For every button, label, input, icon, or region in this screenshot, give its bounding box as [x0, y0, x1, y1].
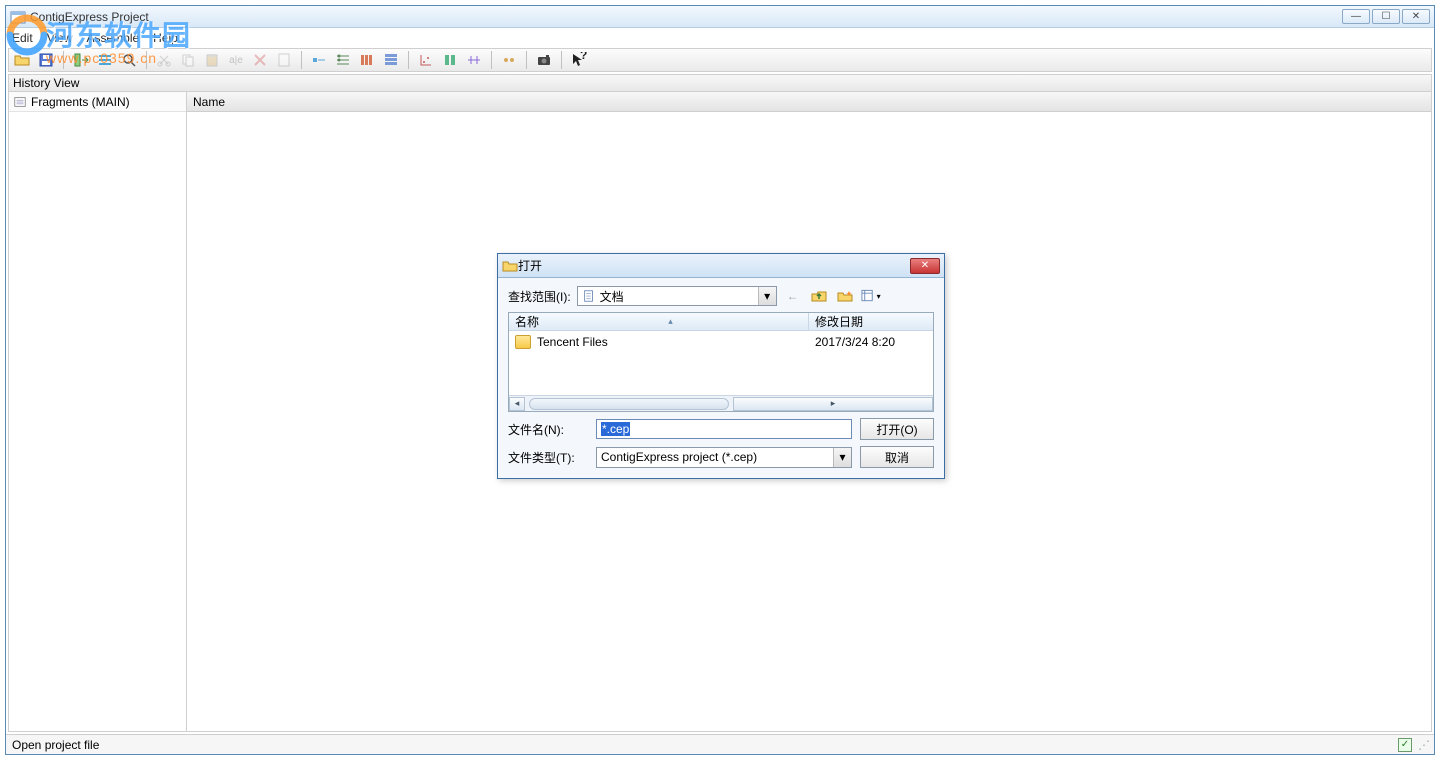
col-name-label: 名称: [515, 313, 539, 330]
open-button[interactable]: 打开(O): [860, 418, 934, 440]
file-name: Tencent Files: [537, 335, 608, 349]
tool-h-icon[interactable]: [500, 51, 518, 69]
back-icon: ←: [783, 287, 803, 305]
tool-c-icon[interactable]: [358, 51, 376, 69]
tool-g-icon[interactable]: [465, 51, 483, 69]
toolbar-sep: [561, 51, 562, 69]
col-date[interactable]: 修改日期: [809, 313, 933, 330]
toolbar-sep: [491, 51, 492, 69]
help-pointer-icon[interactable]: ?: [570, 51, 588, 69]
dialog-title: 打开: [518, 257, 910, 274]
left-tree: Fragments (MAIN): [9, 92, 187, 731]
tool-b-icon[interactable]: [334, 51, 352, 69]
scroll-thumb[interactable]: [529, 398, 729, 410]
column-header[interactable]: Name: [187, 92, 1431, 112]
toolbar-sep: [526, 51, 527, 69]
dialog-icon: [502, 258, 518, 274]
close-button[interactable]: ✕: [1402, 9, 1430, 24]
up-folder-icon[interactable]: [809, 287, 829, 305]
toolbar-sep: [63, 51, 64, 69]
hscrollbar[interactable]: ◂ ▸: [509, 395, 933, 411]
status-check-icon[interactable]: ✓: [1398, 738, 1412, 752]
dialog-titlebar: 打开 ✕: [498, 254, 944, 278]
chevron-down-icon[interactable]: ▾: [758, 287, 776, 305]
open-icon[interactable]: [13, 51, 31, 69]
folder-icon: [515, 335, 531, 349]
window-title: ContigExpress Project: [30, 10, 1342, 24]
col-name-label: Name: [193, 95, 225, 109]
menu-assemble[interactable]: Assemble: [86, 31, 139, 45]
filetype-value: ContigExpress project (*.cep): [601, 450, 757, 464]
dialog-close-button[interactable]: ✕: [910, 258, 940, 274]
open-dialog: 打开 ✕ 查找范围(I): 文档 ▾ ← ▾ 名称: [497, 253, 945, 479]
dialog-body: 查找范围(I): 文档 ▾ ← ▾ 名称 ▴: [498, 278, 944, 478]
minimize-button[interactable]: —: [1342, 9, 1370, 24]
list-item[interactable]: Tencent Files 2017/3/24 8:20: [509, 331, 933, 353]
toolbar-sep: [408, 51, 409, 69]
lookin-value: 文档: [600, 288, 624, 305]
toolbar-sep: [301, 51, 302, 69]
menu-edit[interactable]: Edit: [12, 31, 33, 45]
list-icon[interactable]: [96, 51, 114, 69]
status-text: Open project file: [12, 738, 99, 752]
file-list: 名称 ▴ 修改日期 Tencent Files 2017/3/24 8:20 ◂: [508, 312, 934, 412]
scroll-right-icon[interactable]: ▸: [733, 397, 933, 411]
new-folder-icon[interactable]: [835, 287, 855, 305]
lookin-label: 查找范围(I):: [508, 288, 571, 305]
lookin-combo[interactable]: 文档 ▾: [577, 286, 777, 306]
sort-asc-icon: ▴: [539, 316, 802, 327]
resize-grip-icon[interactable]: ⋰: [1418, 738, 1428, 752]
paste-icon: [203, 51, 221, 69]
chevron-down-icon[interactable]: ▾: [833, 448, 851, 467]
open-button-label: 打开(O): [876, 421, 917, 438]
import-icon[interactable]: [72, 51, 90, 69]
filetype-combo[interactable]: ContigExpress project (*.cep) ▾: [596, 447, 852, 468]
menubar: Edit View Assemble Help: [6, 28, 1434, 48]
camera-icon[interactable]: [535, 51, 553, 69]
titlebar: ContigExpress Project — ☐ ✕: [6, 6, 1434, 28]
cut-icon: [155, 51, 173, 69]
menu-view[interactable]: View: [47, 31, 73, 45]
svg-text:?: ?: [580, 52, 587, 62]
delete-icon: [251, 51, 269, 69]
view-menu-icon[interactable]: ▾: [861, 287, 881, 305]
search-icon[interactable]: [120, 51, 138, 69]
tree-item-label: Fragments (MAIN): [31, 95, 130, 109]
filename-label: 文件名(N):: [508, 421, 588, 438]
app-icon: [10, 9, 26, 25]
tool-d-icon[interactable]: [382, 51, 400, 69]
document-icon: [582, 289, 596, 303]
text-icon: a|e: [227, 51, 245, 69]
tree-item-fragments[interactable]: Fragments (MAIN): [9, 92, 186, 112]
copy-icon: [179, 51, 197, 69]
fragments-icon: [13, 95, 27, 109]
save-icon[interactable]: [37, 51, 55, 69]
file-list-header: 名称 ▴ 修改日期: [509, 313, 933, 331]
maximize-button[interactable]: ☐: [1372, 9, 1400, 24]
statusbar: Open project file ✓ ⋰: [6, 734, 1434, 754]
menu-help[interactable]: Help: [153, 31, 178, 45]
filetype-label: 文件类型(T):: [508, 449, 588, 466]
col-name[interactable]: 名称 ▴: [509, 313, 809, 330]
tool-e-icon[interactable]: [417, 51, 435, 69]
toolbar-sep: [146, 51, 147, 69]
scroll-left-icon[interactable]: ◂: [509, 397, 525, 411]
tool-a-icon[interactable]: [310, 51, 328, 69]
tool-f-icon[interactable]: [441, 51, 459, 69]
window-buttons: — ☐ ✕: [1342, 9, 1430, 24]
cancel-button[interactable]: 取消: [860, 446, 934, 468]
file-date: 2017/3/24 8:20: [815, 335, 895, 349]
filename-input[interactable]: *.cep: [596, 419, 852, 439]
col-date-label: 修改日期: [815, 313, 863, 330]
doc-icon: [275, 51, 293, 69]
history-label: History View: [13, 76, 79, 90]
history-header: History View: [8, 74, 1432, 92]
toolbar: a|e ?: [8, 48, 1432, 72]
filename-value: *.cep: [601, 422, 630, 436]
cancel-button-label: 取消: [885, 449, 909, 466]
